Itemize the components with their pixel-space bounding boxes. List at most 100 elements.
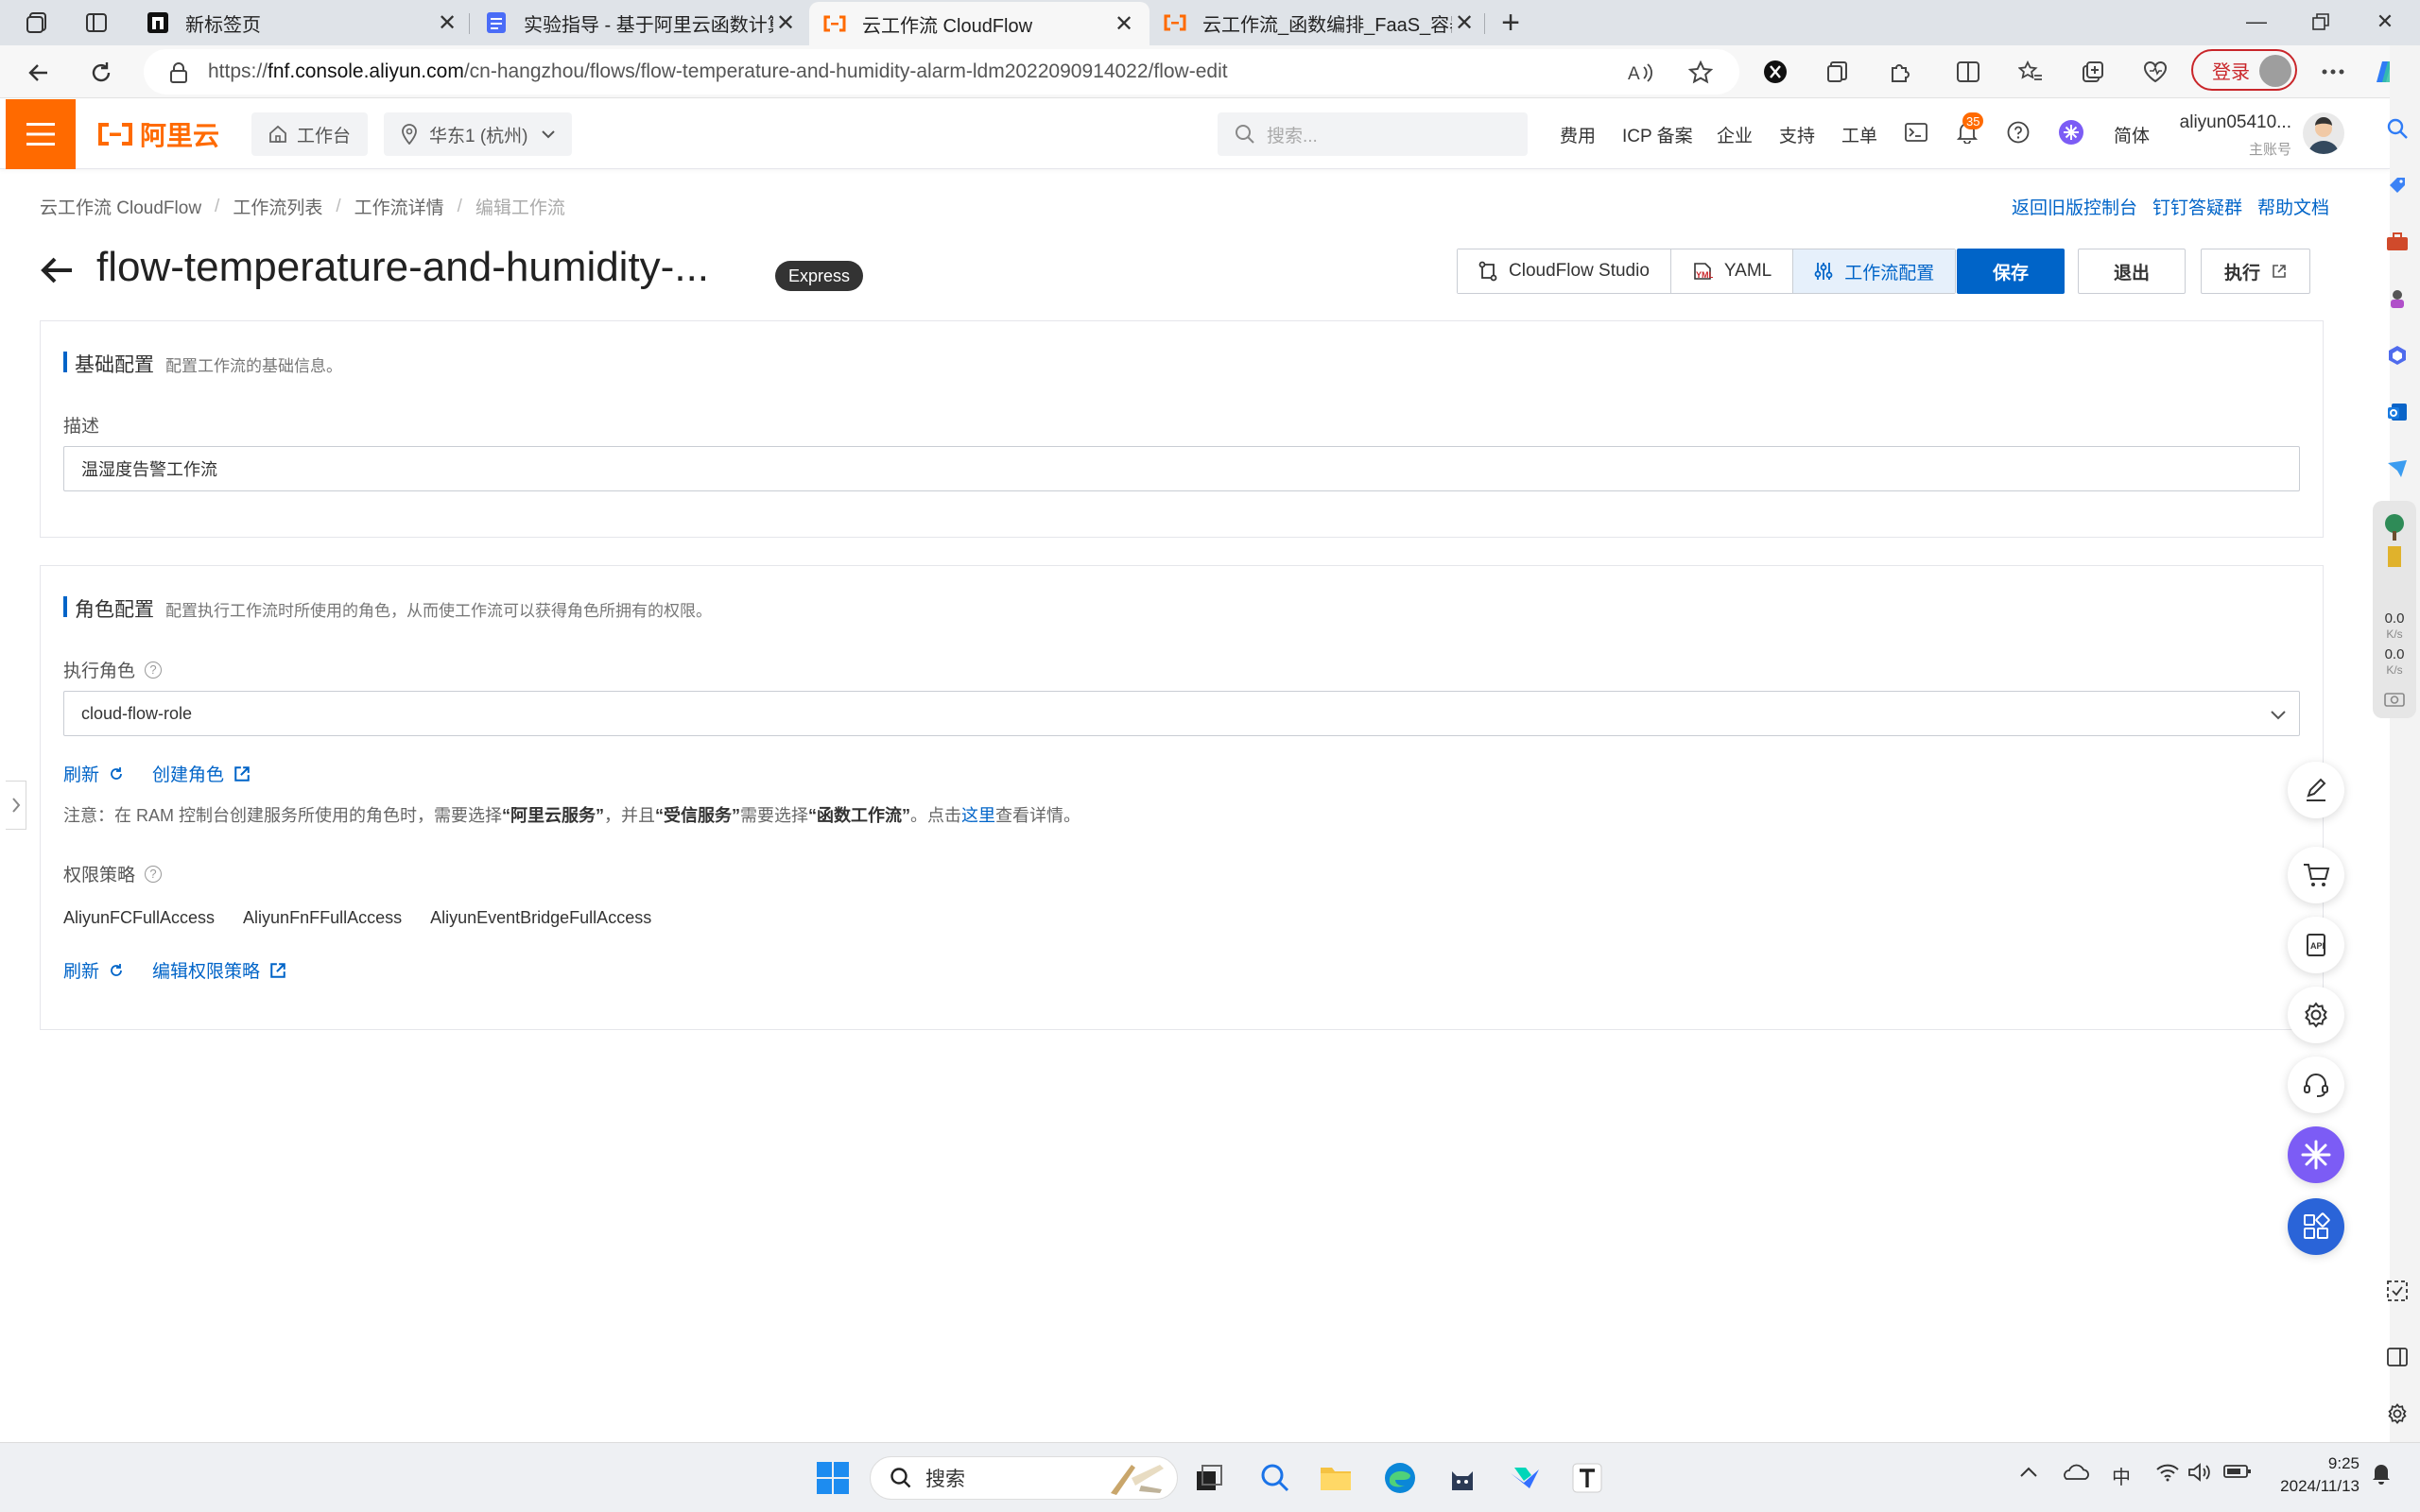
task-view-icon[interactable] — [1187, 1456, 1231, 1500]
refresh-role-link[interactable]: 刷新 — [63, 761, 124, 786]
nav-support[interactable]: 支持 — [1779, 122, 1815, 147]
typora-app-icon[interactable] — [1565, 1456, 1609, 1500]
user-avatar[interactable] — [2303, 112, 2344, 154]
feishu-app-icon[interactable] — [1503, 1456, 1547, 1500]
console-search-input[interactable]: 搜索... — [1218, 112, 1528, 156]
battery-icon[interactable] — [2223, 1462, 2252, 1481]
sidebar-expand-tab[interactable] — [6, 781, 26, 830]
login-button[interactable]: 登录 — [2191, 49, 2297, 91]
taskbar-search-input[interactable]: 搜索 — [870, 1456, 1178, 1500]
edge-outlook-icon[interactable] — [2378, 393, 2416, 431]
help-circle-icon[interactable]: ? — [145, 661, 163, 679]
start-windows-icon[interactable] — [811, 1456, 855, 1500]
screen-capture-icon[interactable] — [2378, 1272, 2416, 1310]
back-arrow-icon[interactable] — [38, 251, 76, 289]
close-tab-icon[interactable]: ✕ — [435, 10, 459, 36]
api-button[interactable]: API — [2288, 917, 2344, 973]
edge-browser-icon[interactable] — [1378, 1456, 1422, 1500]
nav-enterprise[interactable]: 企业 — [1717, 122, 1753, 147]
execute-button[interactable]: 执行 — [2201, 249, 2310, 294]
browser-tab-lab-guide[interactable]: 实验指导 - 基于阿里云函数计算的 ✕ — [471, 2, 811, 43]
workspaces-icon[interactable] — [15, 6, 60, 40]
extensions-puzzle-icon[interactable] — [1885, 57, 1915, 87]
edit-policy-link[interactable]: 编辑权限策略 — [152, 957, 286, 983]
exec-role-select[interactable]: cloud-flow-role — [63, 691, 2300, 736]
tab-actions-icon[interactable] — [74, 6, 119, 40]
file-explorer-icon[interactable] — [1314, 1456, 1357, 1500]
read-aloud-icon[interactable]: A — [1628, 60, 1652, 85]
browser-tab-cloudflow-product[interactable]: 云工作流_函数编排_FaaS_容器与 ✕ — [1150, 2, 1490, 43]
menu-icon[interactable] — [6, 99, 76, 169]
close-tab-icon[interactable]: ✕ — [773, 10, 798, 36]
tab-yaml[interactable]: YML YAML — [1670, 249, 1794, 293]
refresh-policy-link[interactable]: 刷新 — [63, 957, 124, 983]
note-here-link[interactable]: 这里 — [961, 806, 995, 825]
breadcrumb-flow-detail[interactable]: 工作流详情 — [354, 194, 444, 219]
cat-app-icon[interactable] — [1441, 1456, 1484, 1500]
browser-tab-newtab[interactable]: 新标签页 ✕ — [132, 2, 473, 43]
edge-tools-icon[interactable] — [2378, 223, 2416, 261]
sidebar-settings-icon[interactable] — [2378, 1395, 2416, 1433]
collections-add-icon[interactable] — [2078, 57, 2108, 87]
back-icon[interactable] — [19, 53, 59, 93]
favorites-icon[interactable] — [2015, 57, 2046, 87]
tab-flow-config[interactable]: 工作流配置 — [1793, 249, 1956, 293]
settings-float-button[interactable] — [2288, 987, 2344, 1043]
aliyun-logo[interactable]: 阿里云 — [96, 118, 219, 150]
nav-billing[interactable]: 费用 — [1560, 122, 1596, 147]
language-switch[interactable]: 简体 — [2114, 122, 2150, 147]
collections-icon[interactable] — [1823, 57, 1853, 87]
edge-shopping-icon[interactable] — [2378, 166, 2416, 204]
ai-assistant-icon[interactable] — [2057, 118, 2085, 146]
close-tab-icon[interactable]: ✕ — [1112, 11, 1136, 37]
browser-tab-cloudflow[interactable]: 云工作流 CloudFlow ✕ — [809, 2, 1150, 45]
favorite-star-icon[interactable] — [1688, 60, 1713, 85]
system-clock[interactable]: 9:25 2024/11/13 — [2269, 1452, 2360, 1498]
workbench-button[interactable]: 工作台 — [251, 112, 369, 156]
cart-button[interactable] — [2288, 847, 2344, 903]
link-old-console[interactable]: 返回旧版控制台 — [2012, 194, 2137, 219]
ime-indicator[interactable]: 中 — [2112, 1462, 2131, 1489]
breadcrumb-cloudflow[interactable]: 云工作流 CloudFlow — [40, 194, 201, 219]
notification-center-icon[interactable] — [2371, 1462, 2392, 1485]
split-screen-icon[interactable] — [1953, 57, 1983, 87]
edge-send-icon[interactable] — [2378, 450, 2416, 488]
ai-assistant-float-button[interactable] — [2288, 1126, 2344, 1183]
link-help-docs[interactable]: 帮助文档 — [2257, 194, 2329, 219]
create-role-link[interactable]: 创建角色 — [152, 761, 251, 786]
terminal-icon[interactable] — [1902, 118, 1930, 146]
description-field[interactable]: 温湿度告警工作流 — [63, 446, 2300, 491]
hide-sidebar-icon[interactable] — [2378, 1338, 2416, 1376]
address-bar[interactable]: https://fnf.console.aliyun.com/cn-hangzh… — [144, 49, 1739, 94]
extension-x-icon[interactable] — [1760, 57, 1790, 87]
feedback-edit-button[interactable] — [2288, 762, 2344, 818]
taskbar-search-app-icon[interactable] — [1253, 1456, 1297, 1500]
edge-search-icon[interactable] — [2378, 110, 2416, 147]
exit-button[interactable]: 退出 — [2078, 249, 2186, 294]
help-circle-icon[interactable]: ? — [145, 865, 163, 883]
tray-overflow-chevron-icon[interactable] — [2019, 1466, 2038, 1479]
close-tab-icon[interactable]: ✕ — [1452, 10, 1477, 36]
tab-cloudflow-studio[interactable]: CloudFlow Studio — [1458, 249, 1671, 293]
region-selector[interactable]: 华东1 (杭州) — [384, 112, 572, 156]
customer-service-button[interactable] — [2288, 1057, 2344, 1113]
nav-icp[interactable]: ICP 备案 — [1622, 122, 1693, 147]
reload-icon[interactable] — [81, 53, 121, 93]
lock-icon[interactable] — [166, 60, 191, 85]
more-menu-icon[interactable] — [2318, 57, 2348, 87]
minimize-icon[interactable]: — — [2223, 0, 2290, 43]
wifi-icon[interactable] — [2155, 1462, 2180, 1483]
nav-ticket[interactable]: 工单 — [1841, 122, 1877, 147]
restore-icon[interactable] — [2288, 0, 2354, 43]
browser-essentials-icon[interactable] — [2140, 57, 2170, 87]
volume-icon[interactable] — [2187, 1462, 2212, 1483]
apps-float-button[interactable] — [2288, 1198, 2344, 1255]
new-tab-button[interactable]: + — [1492, 5, 1530, 41]
edge-m365-icon[interactable] — [2378, 336, 2416, 374]
breadcrumb-flow-list[interactable]: 工作流列表 — [233, 194, 322, 219]
window-close-icon[interactable]: ✕ — [2352, 0, 2418, 43]
account-info[interactable]: aliyun05410... 主账号 — [2176, 112, 2291, 159]
link-dingtalk-group[interactable]: 钉钉答疑群 — [2152, 194, 2242, 219]
onedrive-icon[interactable] — [2061, 1462, 2089, 1483]
save-button[interactable]: 保存 — [1957, 249, 2065, 294]
